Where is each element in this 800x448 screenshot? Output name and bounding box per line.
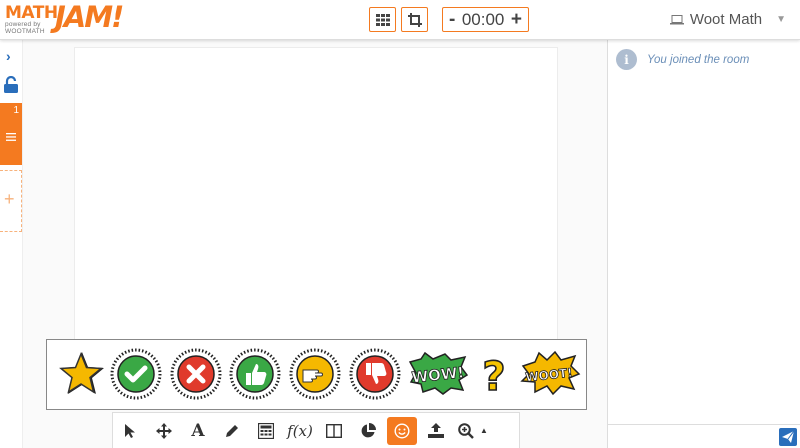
thumbs-up-icon [229,348,281,400]
plus-icon: + [4,189,15,209]
cursor-arrow-icon [125,423,135,438]
woot-burst-icon: WOOT! [520,350,581,396]
sticker-woot[interactable]: WOOT! [519,348,581,400]
mathjam-logo[interactable]: MATH JAM! powered by WOOTMATH [5,0,125,37]
sticker-x-mark[interactable] [170,348,222,400]
pencil-icon [226,424,238,437]
chat-panel: i You joined the room [607,40,800,448]
user-menu[interactable]: Woot Math ▼ [669,11,786,28]
text-tool-button[interactable]: A [181,414,215,448]
grid-button[interactable] [369,7,396,32]
paper-plane-icon [782,431,794,443]
page-rail: › 1 + [0,40,23,448]
smiley-icon [394,422,410,439]
function-icon: f(x) [287,421,313,440]
crop-button[interactable] [401,7,428,32]
move-tool-button[interactable] [147,414,181,448]
thumbs-down-icon [349,348,401,400]
chat-message: i You joined the room [616,49,749,70]
pencil-tool-button[interactable] [215,414,249,448]
top-header: MATH JAM! powered by WOOTMATH - 00:00 + … [0,0,800,40]
unlock-icon[interactable] [3,76,19,94]
question-text: ? [482,354,505,400]
split-view-icon [326,423,342,438]
calculator-icon [258,422,274,439]
logo-math-text: MATH [5,3,58,23]
sticker-thumbs-down[interactable] [349,348,401,400]
zoom-in-icon [458,422,474,439]
timer-increase-button[interactable]: + [511,9,522,31]
pie-chart-icon [361,422,376,437]
question-mark-icon: ? [482,353,507,401]
sticker-pointing-hand[interactable] [289,348,341,400]
sticker-picker: WOW! ? WOOT! [46,339,587,410]
sticker-question-mark[interactable]: ? [477,348,511,401]
logo-jam-text: JAM! [55,0,124,34]
hamburger-icon [6,133,16,141]
pointing-hand-icon [289,348,341,400]
laptop-icon [669,14,684,24]
caret-up-icon[interactable]: ▲ [480,426,488,435]
crop-icon [407,12,422,27]
check-icon [110,348,162,400]
whiteboard-canvas[interactable] [74,47,558,347]
chat-input[interactable] [608,424,800,448]
mathjam-app: MATH JAM! powered by WOOTMATH - 00:00 + … [0,0,800,448]
move-arrows-icon [156,422,172,439]
upload-tool-button[interactable] [419,414,453,448]
user-name: Woot Math [689,11,763,28]
expand-chevron-icon[interactable]: › [6,48,11,64]
sticker-thumbs-up[interactable] [229,348,281,400]
send-button[interactable] [779,428,797,446]
page-thumbnail-1[interactable]: 1 [0,103,22,165]
timer: - 00:00 + [442,7,529,32]
add-page-button[interactable]: + [0,170,22,232]
grid-icon [375,13,390,26]
select-tool-button[interactable] [113,414,147,448]
zoom-tool-button[interactable]: ▲ [453,414,493,448]
text-icon: A [191,420,205,441]
timer-value: 00:00 [461,9,505,29]
info-icon: i [616,49,637,70]
function-tool-button[interactable]: f(x) [283,414,317,448]
bottom-toolbar: A f(x) ▲ [112,412,520,448]
sticker-checkmark[interactable] [110,348,162,400]
logo-powered-text: powered by [5,21,41,28]
logo-brand-text: WOOTMATH [5,28,45,35]
wow-burst-icon: WOW! [408,351,469,395]
split-view-tool-button[interactable] [317,414,351,448]
upload-icon [428,423,444,438]
page-number: 1 [13,105,19,116]
chat-message-text: You joined the room [647,53,750,66]
logo-powered-by: powered by WOOTMATH [5,21,45,35]
stickers-tool-button[interactable] [387,416,417,445]
timer-decrease-button[interactable]: - [449,9,455,31]
sticker-wow[interactable]: WOW! [407,348,469,400]
fraction-pie-tool-button[interactable] [351,414,385,448]
star-icon [59,352,104,394]
x-mark-icon [170,348,222,400]
chevron-down-icon: ▼ [776,14,786,25]
sticker-star[interactable] [55,348,107,400]
calculator-tool-button[interactable] [249,414,283,448]
